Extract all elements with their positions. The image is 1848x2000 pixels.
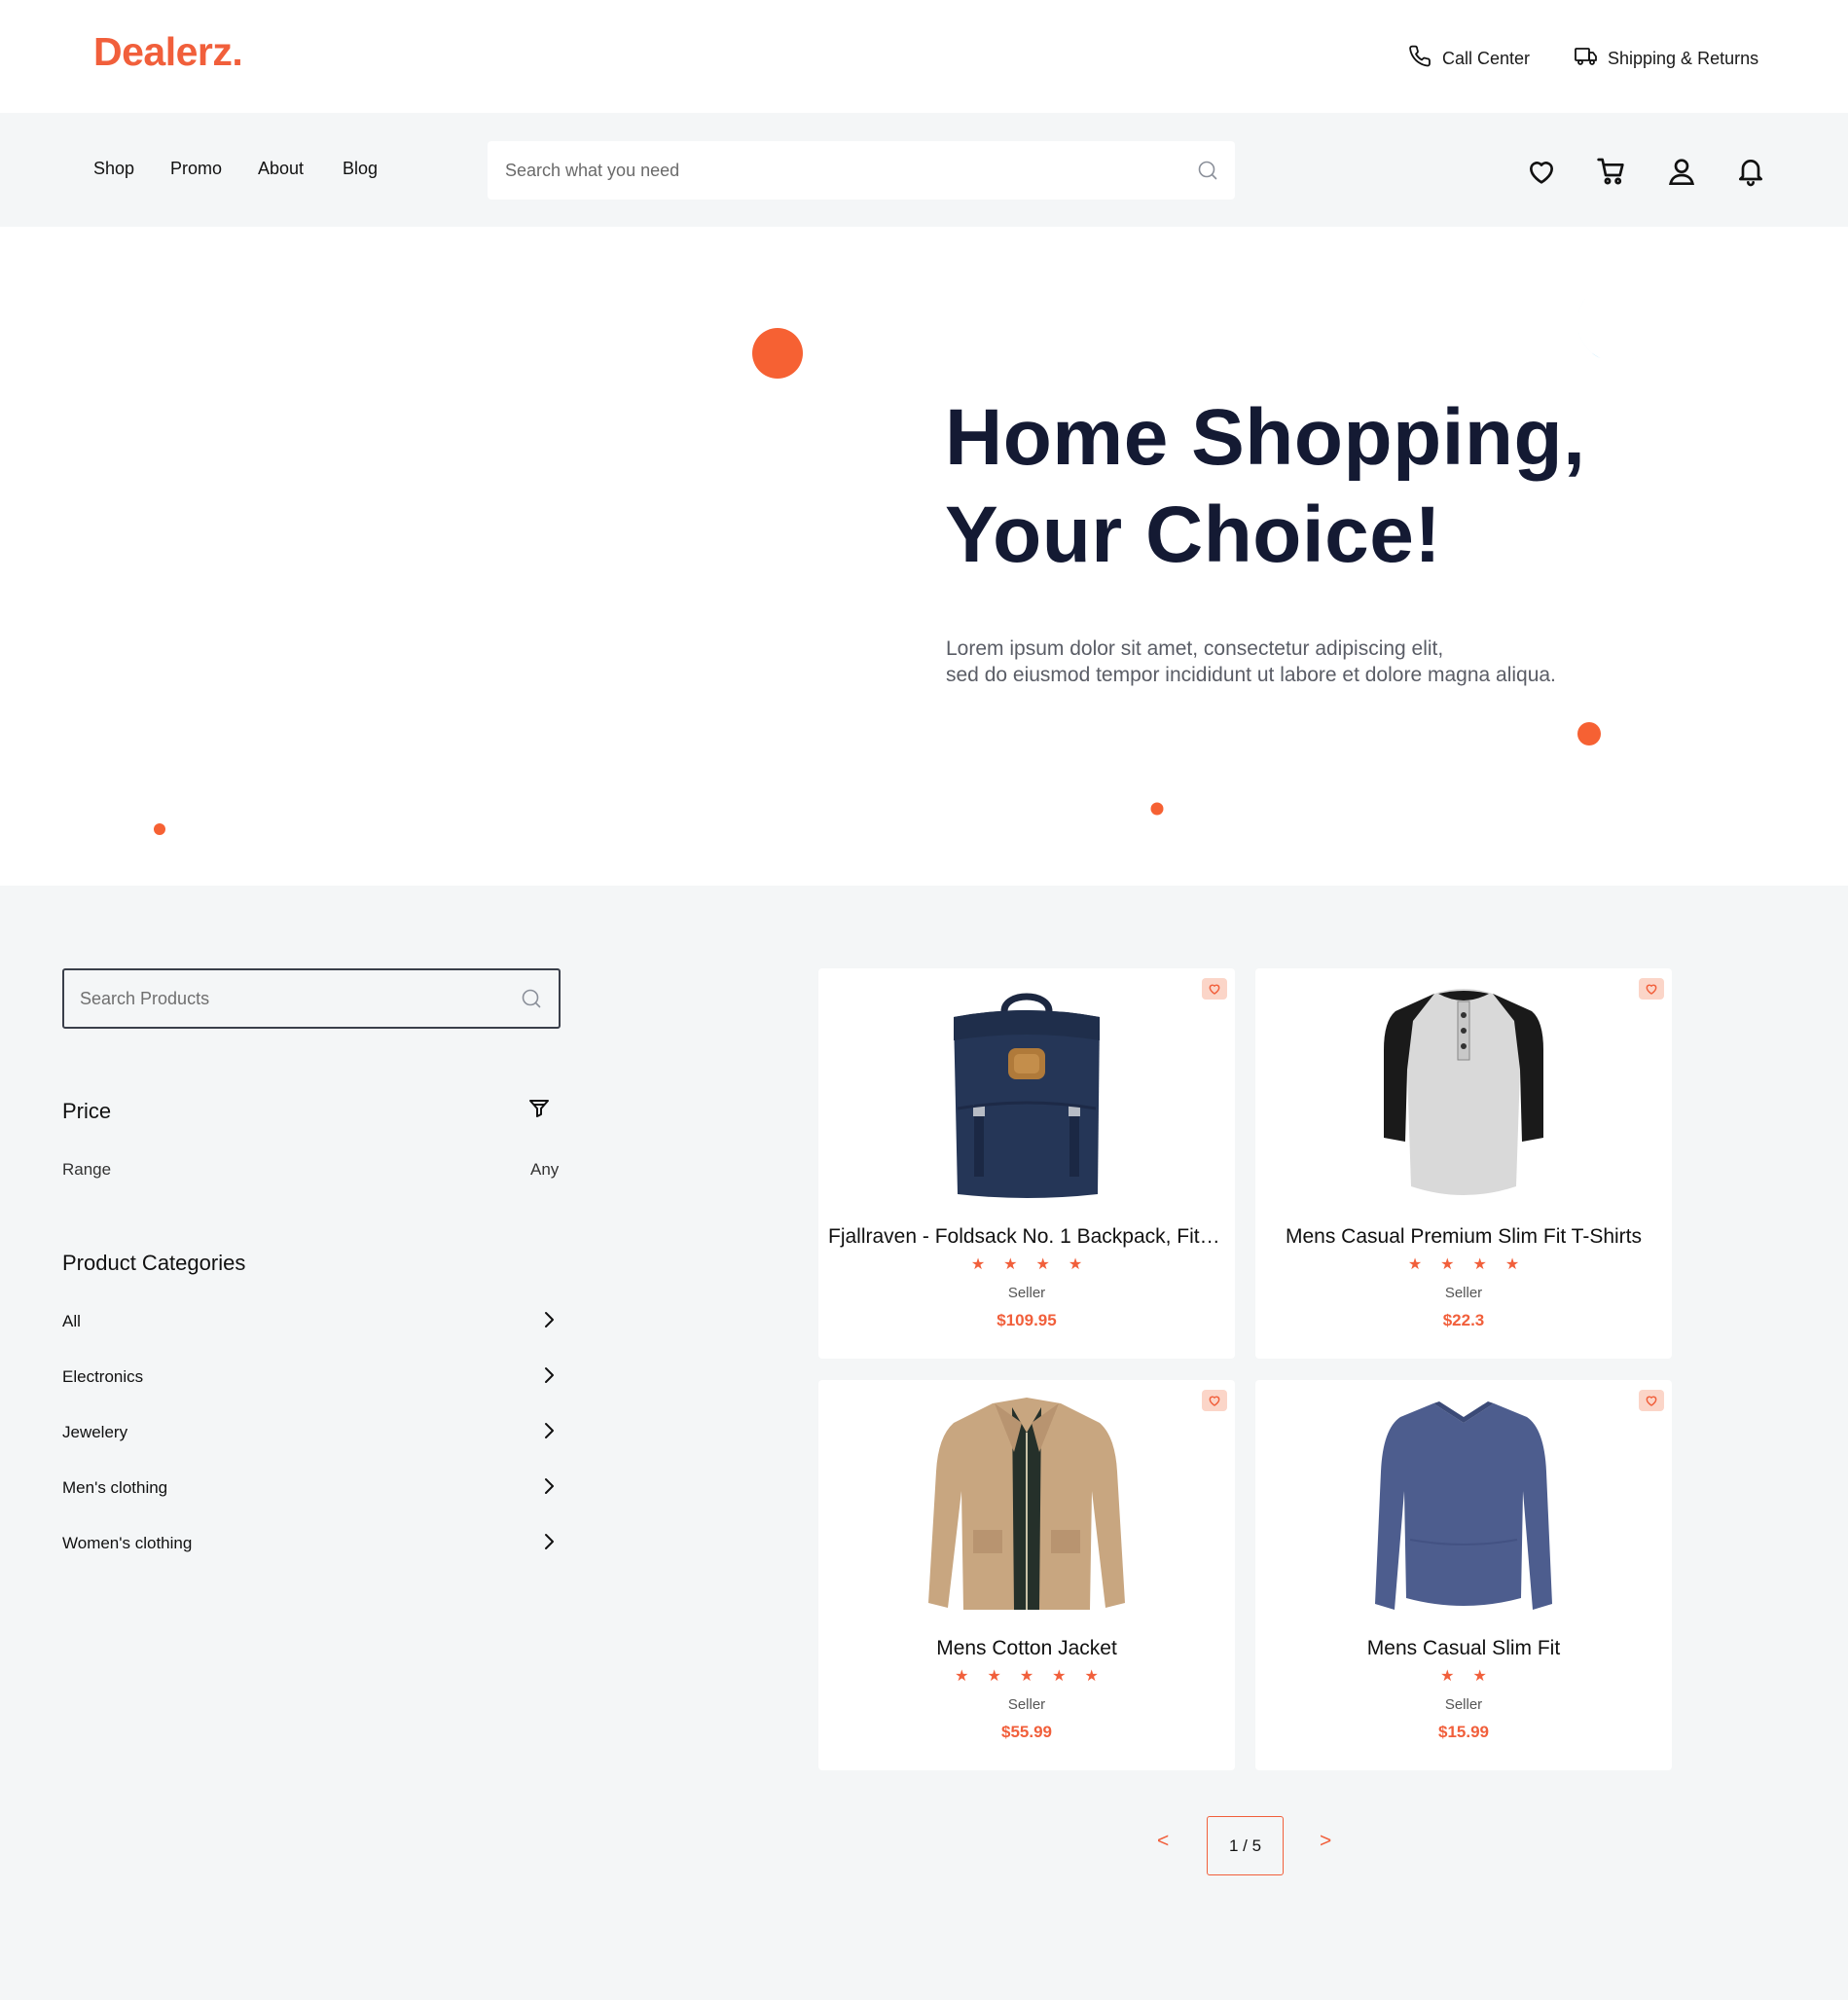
hero-subtitle: Lorem ipsum dolor sit amet, consectetur … xyxy=(946,636,1666,688)
orange-dot-decoration xyxy=(1577,722,1601,745)
main-search-input[interactable] xyxy=(505,141,1167,200)
orange-dot-decoration xyxy=(1150,802,1164,816)
nav-link-shop[interactable]: Shop xyxy=(93,159,134,179)
product-card[interactable]: Mens Casual Premium Slim Fit T-Shirts ★★… xyxy=(1255,968,1672,1359)
call-center-label: Call Center xyxy=(1442,49,1531,68)
pagination-prev-button[interactable]: < xyxy=(1157,1830,1169,1853)
product-card[interactable]: Fjallraven - Foldsack No. 1 Backpack, Fi… xyxy=(818,968,1235,1359)
search-icon[interactable] xyxy=(520,987,543,1010)
blue-arc-decoration xyxy=(139,260,251,382)
pagination-current-page: 1 / 5 xyxy=(1207,1816,1284,1875)
category-label: Men's clothing xyxy=(62,1478,168,1497)
chevron-right-icon xyxy=(537,1419,561,1447)
rating-stars: ★★ xyxy=(1440,1668,1505,1685)
chevron-right-icon xyxy=(537,1364,561,1392)
category-item-womens-clothing[interactable]: Women's clothing xyxy=(62,1524,561,1563)
nav-link-promo[interactable]: Promo xyxy=(170,159,222,179)
top-bar: Dealerz. Call Center Shipping & Returns xyxy=(0,0,1848,113)
hero-title-line-1: Home Shopping, xyxy=(945,393,1586,482)
orange-dot-decoration xyxy=(154,823,165,835)
wishlist-heart-icon[interactable] xyxy=(1639,1390,1664,1411)
categories-heading: Product Categories xyxy=(62,1251,246,1275)
product-name[interactable]: Mens Casual Premium Slim Fit T-Shirts xyxy=(1265,1225,1662,1249)
seller-label: Seller xyxy=(1007,1285,1046,1301)
product-price: $55.99 xyxy=(1001,1723,1052,1741)
product-card[interactable]: Mens Cotton Jacket ★★★★★ Seller $55.99 xyxy=(818,1380,1235,1770)
hero-title-line-2: Your Choice! xyxy=(945,491,1442,579)
product-price: $22.3 xyxy=(1442,1311,1485,1329)
product-name[interactable]: Mens Casual Slim Fit xyxy=(1265,1637,1662,1660)
seller-label: Seller xyxy=(1444,1285,1483,1301)
orange-dot-decoration xyxy=(752,328,803,379)
product-card[interactable]: Mens Casual Slim Fit ★★ Seller $15.99 xyxy=(1255,1380,1672,1770)
product-search-input[interactable] xyxy=(80,970,498,1027)
call-center-link[interactable]: Call Center xyxy=(1409,45,1530,73)
main-search xyxy=(488,141,1235,200)
bell-icon[interactable] xyxy=(1735,156,1766,187)
rating-stars: ★★★★★ xyxy=(955,1668,1117,1685)
range-value[interactable]: Any xyxy=(530,1160,559,1180)
product-price: $109.95 xyxy=(996,1311,1057,1329)
shipping-returns-link[interactable]: Shipping & Returns xyxy=(1575,45,1758,73)
category-item-jewelery[interactable]: Jewelery xyxy=(62,1413,561,1452)
blue-arc-decoration xyxy=(1578,293,1645,359)
price-heading: Price xyxy=(62,1099,112,1123)
chevron-right-icon xyxy=(537,1474,561,1503)
shipping-returns-label: Shipping & Returns xyxy=(1608,49,1759,68)
chevron-right-icon xyxy=(537,1530,561,1558)
rating-stars: ★★★★ xyxy=(1407,1256,1539,1273)
product-image-long-sleeve[interactable] xyxy=(1347,1394,1580,1618)
category-label: Women's clothing xyxy=(62,1534,193,1552)
phone-icon xyxy=(1409,45,1432,73)
search-icon[interactable] xyxy=(1196,159,1219,182)
nav-link-about[interactable]: About xyxy=(258,159,304,179)
range-label: Range xyxy=(62,1160,112,1179)
product-image-backpack[interactable] xyxy=(910,982,1143,1206)
category-item-all[interactable]: All xyxy=(62,1302,561,1341)
hero-subtitle-line-1: Lorem ipsum dolor sit amet, consectetur … xyxy=(946,637,1444,660)
wishlist-heart-icon[interactable] xyxy=(1202,1390,1227,1411)
chevron-right-icon xyxy=(537,1308,561,1336)
nav-link-blog[interactable]: Blog xyxy=(343,159,378,179)
hero-title: Home Shopping, Your Choice! xyxy=(945,389,1821,584)
category-label: All xyxy=(62,1312,81,1330)
category-item-electronics[interactable]: Electronics xyxy=(62,1358,561,1397)
heart-icon[interactable] xyxy=(1526,156,1557,187)
product-price: $15.99 xyxy=(1438,1723,1489,1741)
seller-label: Seller xyxy=(1007,1696,1046,1713)
category-item-mens-clothing[interactable]: Men's clothing xyxy=(62,1469,561,1508)
brand-logo[interactable]: Dealerz. xyxy=(93,29,243,75)
user-icon[interactable] xyxy=(1666,156,1697,187)
category-label: Electronics xyxy=(62,1367,144,1386)
seller-label: Seller xyxy=(1444,1696,1483,1713)
product-image-jacket[interactable] xyxy=(910,1394,1143,1618)
cart-icon[interactable] xyxy=(1596,156,1627,187)
product-image-henley-shirt[interactable] xyxy=(1347,982,1580,1206)
wishlist-heart-icon[interactable] xyxy=(1639,978,1664,1000)
pagination-next-button[interactable]: > xyxy=(1320,1830,1331,1853)
product-search xyxy=(62,968,561,1029)
hero-subtitle-line-2: sed do eiusmod tempor incididunt ut labo… xyxy=(946,664,1556,686)
filter-icon[interactable] xyxy=(527,1097,551,1120)
product-name[interactable]: Mens Cotton Jacket xyxy=(828,1637,1225,1660)
product-name[interactable]: Fjallraven - Foldsack No. 1 Backpack, Fi… xyxy=(828,1225,1225,1249)
wishlist-heart-icon[interactable] xyxy=(1202,978,1227,1000)
truck-icon xyxy=(1575,45,1598,73)
rating-stars: ★★★★ xyxy=(970,1256,1102,1273)
blue-arc-decoration xyxy=(708,759,783,818)
category-label: Jewelery xyxy=(62,1423,128,1441)
